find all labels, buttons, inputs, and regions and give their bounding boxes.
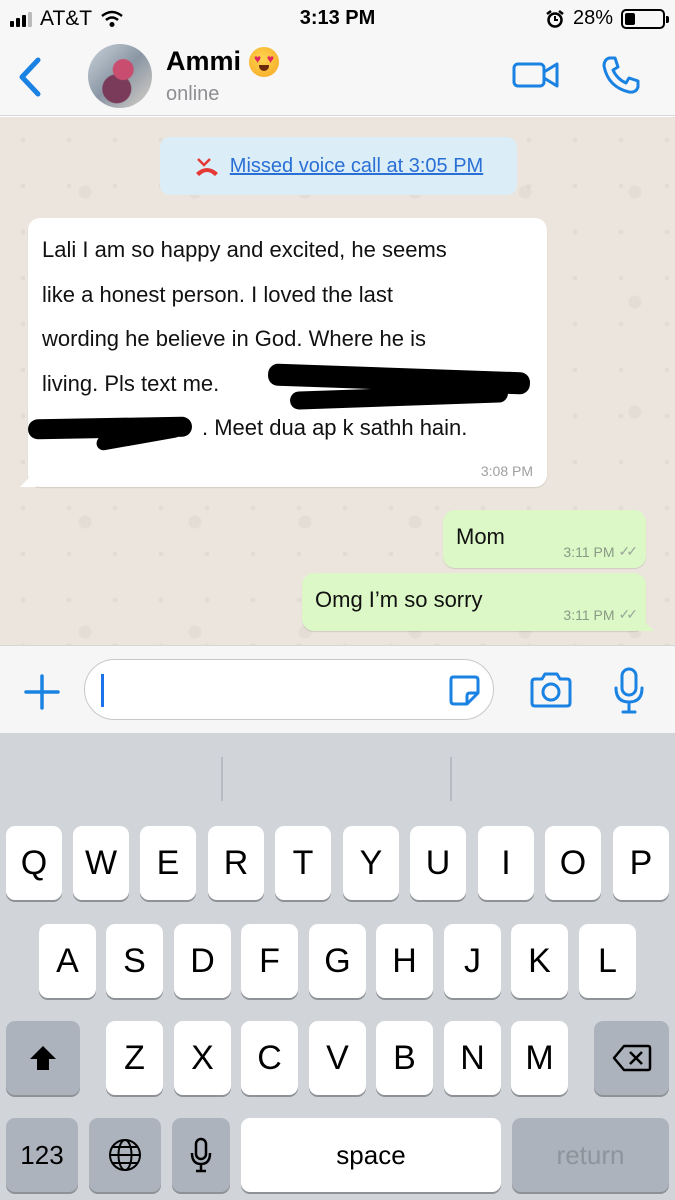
- incoming-message[interactable]: Lali I am so happy and excited, he seems…: [27, 218, 547, 487]
- backspace-key[interactable]: [594, 1021, 669, 1095]
- key-d[interactable]: D: [174, 924, 231, 998]
- key-g[interactable]: G: [309, 924, 366, 998]
- message-input-bar: [0, 645, 675, 733]
- microphone-icon: [190, 1137, 212, 1173]
- double-check-icon: ✓✓: [618, 606, 639, 622]
- microphone-icon[interactable]: [612, 666, 646, 716]
- key-a[interactable]: A: [39, 924, 96, 998]
- battery-icon: [621, 8, 669, 29]
- sticker-icon[interactable]: [447, 673, 481, 707]
- key-i[interactable]: I: [478, 826, 534, 900]
- shift-key[interactable]: [6, 1021, 80, 1095]
- contact-name[interactable]: Ammi: [166, 46, 280, 77]
- dictation-key[interactable]: [172, 1118, 230, 1192]
- plus-icon[interactable]: [22, 672, 62, 712]
- chevron-left-icon[interactable]: [12, 54, 46, 100]
- predictive-bar[interactable]: [0, 733, 675, 813]
- key-t[interactable]: T: [275, 826, 331, 900]
- video-camera-icon[interactable]: [512, 58, 560, 92]
- key-v[interactable]: V: [309, 1021, 366, 1095]
- key-b[interactable]: B: [376, 1021, 433, 1095]
- camera-icon[interactable]: [528, 670, 574, 710]
- key-l[interactable]: L: [579, 924, 636, 998]
- alarm-icon: [546, 9, 564, 28]
- key-h[interactable]: H: [376, 924, 433, 998]
- contact-name-text: Ammi: [166, 46, 242, 76]
- heart-eyes-emoji-icon: [249, 46, 280, 77]
- text-caret: [101, 674, 104, 707]
- missed-call-text: Missed voice call at 3:05 PM: [229, 154, 484, 177]
- key-c[interactable]: C: [241, 1021, 298, 1095]
- return-key[interactable]: return: [512, 1118, 669, 1192]
- outgoing-message[interactable]: Mom 3:11 PM ✓✓: [443, 510, 646, 568]
- double-check-icon: ✓✓: [618, 543, 639, 559]
- missed-call-icon: [195, 158, 218, 176]
- key-z[interactable]: Z: [106, 1021, 163, 1095]
- key-s[interactable]: S: [106, 924, 163, 998]
- key-j[interactable]: J: [444, 924, 501, 998]
- contact-status: online: [166, 83, 220, 105]
- space-key[interactable]: space: [241, 1118, 501, 1192]
- battery-percent: 28%: [572, 7, 613, 29]
- keyboard: Q W E R T Y U I O P A S D F G H J K L Z …: [0, 733, 675, 1200]
- avatar[interactable]: [88, 44, 152, 108]
- backspace-icon: [612, 1044, 651, 1072]
- status-right: 28%: [545, 7, 669, 30]
- message-line: Lali I am so happy and excited, he seems: [42, 237, 447, 262]
- key-y[interactable]: Y: [343, 826, 399, 900]
- missed-call-notice[interactable]: Missed voice call at 3:05 PM: [160, 137, 517, 195]
- message-input[interactable]: [84, 659, 494, 720]
- message-time-text: 3:11 PM: [563, 606, 615, 623]
- key-q[interactable]: Q: [6, 826, 62, 900]
- key-e[interactable]: E: [140, 826, 196, 900]
- outgoing-message[interactable]: Omg I’m so sorry 3:11 PM ✓✓: [302, 573, 646, 631]
- key-r[interactable]: R: [208, 826, 264, 900]
- message-time: 3:11 PM ✓✓: [563, 606, 639, 623]
- key-o[interactable]: O: [545, 826, 601, 900]
- phone-icon[interactable]: [600, 54, 642, 96]
- key-u[interactable]: U: [410, 826, 466, 900]
- message-time: 3:08 PM: [480, 463, 533, 479]
- message-time: 3:11 PM ✓✓: [563, 543, 639, 560]
- key-k[interactable]: K: [511, 924, 568, 998]
- outgoing-message-text: Omg I’m so sorry: [315, 587, 483, 612]
- message-line: like a honest person. I loved the last: [42, 281, 393, 307]
- status-bar: AT&T 3:13 PM 28%: [0, 0, 675, 38]
- message-time-text: 3:11 PM: [563, 543, 615, 560]
- predictive-divider: [221, 757, 223, 801]
- key-x[interactable]: X: [174, 1021, 231, 1095]
- globe-key[interactable]: [89, 1118, 161, 1192]
- outgoing-message-text: Mom: [456, 524, 505, 549]
- chat-area[interactable]: Missed voice call at 3:05 PM Lali I am s…: [0, 117, 675, 645]
- message-line: wording he believe in God. Where he is: [42, 326, 426, 351]
- chat-header: Ammi online: [0, 38, 675, 116]
- shift-icon: [30, 1046, 56, 1070]
- key-m[interactable]: M: [511, 1021, 568, 1095]
- key-w[interactable]: W: [73, 826, 129, 900]
- key-n[interactable]: N: [444, 1021, 501, 1095]
- numbers-key[interactable]: 123: [6, 1118, 78, 1192]
- key-p[interactable]: P: [613, 826, 669, 900]
- key-f[interactable]: F: [241, 924, 298, 998]
- globe-icon: [109, 1139, 141, 1171]
- predictive-divider: [450, 757, 452, 801]
